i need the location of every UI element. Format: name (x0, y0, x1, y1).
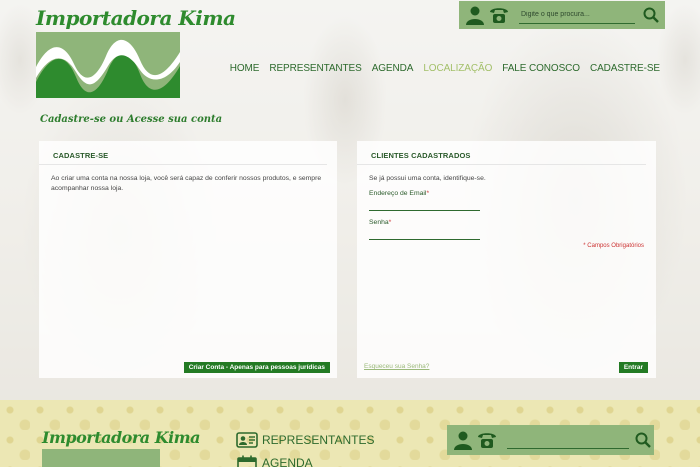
id-card-icon (236, 432, 258, 448)
footer-link-agenda[interactable]: AGENDA (236, 453, 374, 467)
site-logo[interactable]: Importadora Kima (36, 6, 236, 98)
main-nav: HOME REPRESENTANTES AGENDA LOCALIZAÇÃO F… (230, 63, 660, 74)
email-field[interactable] (369, 199, 480, 211)
nav-localizacao[interactable]: LOCALIZAÇÃO (423, 63, 492, 74)
phone-icon[interactable] (477, 430, 497, 450)
nav-fale-conosco[interactable]: FALE CONOSCO (502, 63, 580, 74)
search-icon[interactable] (643, 7, 659, 23)
login-panel: CLIENTES CADASTRADOS Se já possui uma co… (357, 141, 656, 378)
register-panel: CADASTRE-SE Ao criar uma conta na nossa … (39, 141, 337, 378)
footer-search-input[interactable] (507, 431, 629, 449)
nav-representantes[interactable]: REPRESENTANTES (269, 63, 361, 74)
forgot-password-link[interactable]: Esqueceu sua Senha? (364, 363, 429, 370)
email-label: Endereço de Email* (369, 190, 430, 197)
search-input[interactable] (519, 6, 635, 24)
login-text: Se já possui uma conta, identifique-se. (369, 175, 486, 182)
calendar-icon (236, 455, 258, 467)
footer-logo[interactable]: Importadora Kima (42, 428, 200, 467)
nav-agenda[interactable]: AGENDA (372, 63, 414, 74)
login-form: Endereço de Email* Senha* (357, 190, 656, 240)
footer-link-label: AGENDA (262, 456, 313, 467)
create-account-button[interactable]: Criar Conta - Apenas para pessoas jurídi… (183, 362, 330, 373)
footer-link-label: REPRESENTANTES (262, 433, 375, 447)
footer-logo-text: Importadora Kima (42, 428, 200, 447)
register-title: CADASTRE-SE (39, 141, 327, 165)
user-icon[interactable] (453, 430, 473, 450)
password-label: Senha* (369, 219, 392, 226)
page-tagline: Cadastre-se ou Acesse sua conta (40, 114, 223, 125)
logo-mark-icon (36, 32, 180, 98)
user-icon[interactable] (465, 5, 485, 25)
password-field[interactable] (369, 228, 480, 240)
required-marker: * (388, 219, 392, 226)
nav-home[interactable]: HOME (230, 63, 260, 74)
login-title: CLIENTES CADASTRADOS (357, 141, 646, 165)
login-button[interactable]: Entrar (618, 362, 648, 373)
register-text: Ao criar uma conta na nossa loja, você s… (51, 175, 322, 192)
phone-icon[interactable] (489, 5, 509, 25)
footer-logo-mark-icon (42, 449, 160, 467)
footer-search-bar (447, 425, 654, 455)
nav-cadastre-se[interactable]: CADASTRE-SE (590, 63, 660, 74)
top-search-bar (459, 1, 665, 29)
required-marker: * (426, 190, 430, 197)
logo-text: Importadora Kima (36, 6, 236, 30)
footer-links: REPRESENTANTES AGENDA (236, 430, 374, 467)
required-fields-note: * Campos Obrigatórios (583, 243, 644, 249)
footer-link-representantes[interactable]: REPRESENTANTES (236, 430, 374, 450)
search-icon[interactable] (635, 432, 651, 448)
